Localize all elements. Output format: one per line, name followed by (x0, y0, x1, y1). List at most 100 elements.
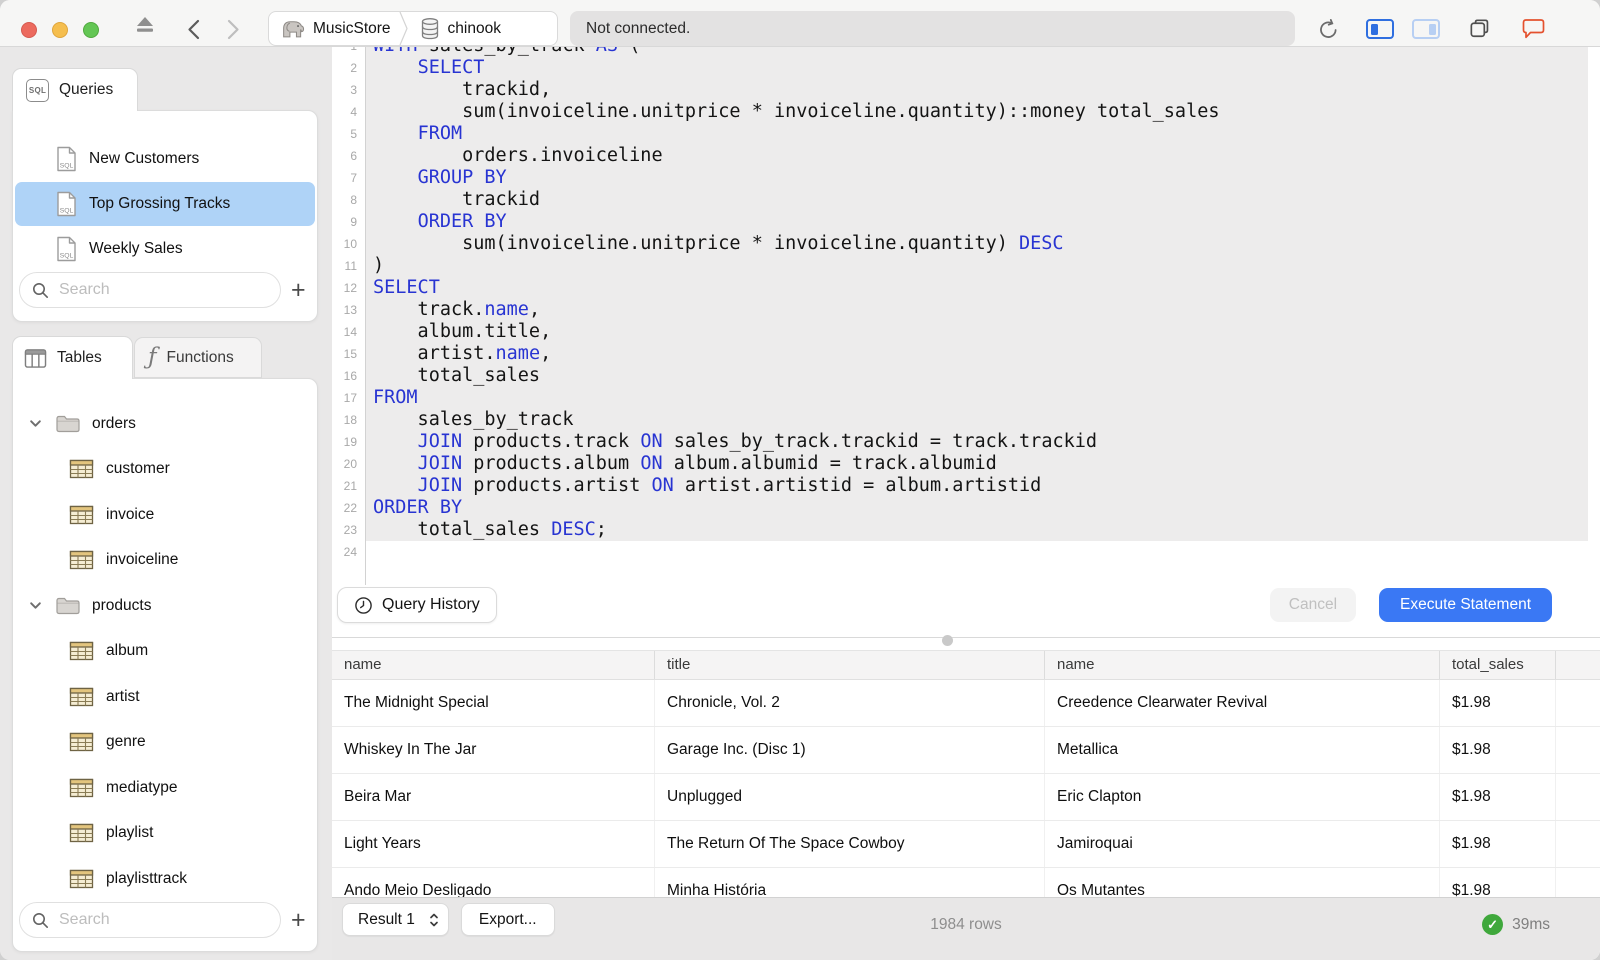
table-row[interactable]: Whiskey In The Jar Garage Inc. (Disc 1) Me… (332, 727, 1600, 774)
query-item-label: New Customers (89, 150, 200, 167)
column-header-name-2[interactable]: name (1045, 651, 1440, 679)
tree-item-customer[interactable]: customer (13, 447, 317, 493)
table-row[interactable]: The Midnight Special Chronicle, Vol. 2 Cre… (332, 680, 1600, 727)
close-window-button[interactable] (21, 22, 37, 38)
table-cell[interactable]: Beira Mar (332, 774, 655, 820)
export-button[interactable]: Export... (460, 903, 555, 936)
result-selector[interactable]: Result 1 (342, 903, 449, 936)
table-cell[interactable]: Eric Clapton (1045, 774, 1440, 820)
back-button[interactable] (187, 19, 200, 40)
chevron-down-icon[interactable] (29, 419, 45, 428)
tree-item-invoiceline[interactable]: invoiceline (13, 538, 317, 584)
add-table-button[interactable]: + (281, 907, 315, 934)
refresh-icon[interactable] (1317, 18, 1340, 41)
tree-item-orders[interactable]: orders (13, 401, 317, 447)
code-line-text: trackid (366, 189, 1588, 211)
svg-text:SQL: SQL (60, 253, 74, 260)
windows-icon[interactable] (1468, 17, 1491, 40)
table-row[interactable]: Light Years The Return Of The Space Cowbo… (332, 821, 1600, 868)
splitter-handle-icon[interactable] (942, 635, 953, 646)
sql-editor[interactable]: 1WITH sales_by_track AS (2 SELECT3 track… (332, 47, 1600, 637)
cancel-button[interactable]: Cancel (1269, 588, 1357, 622)
toggle-left-sidebar-button[interactable] (1366, 19, 1394, 39)
zoom-window-button[interactable] (83, 22, 99, 38)
line-number: 2 (332, 57, 366, 79)
toggle-right-sidebar-button[interactable] (1412, 19, 1440, 39)
table-cell[interactable]: Metallica (1045, 727, 1440, 773)
tree-item-playlist[interactable]: playlist (13, 811, 317, 857)
tree-item-genre[interactable]: genre (13, 720, 317, 766)
editor-line: 2 SELECT (332, 57, 1600, 79)
tab-queries[interactable]: SQL Queries (12, 68, 138, 111)
query-history-button[interactable]: Query History (337, 587, 497, 623)
table-cell[interactable]: Ando Meio Desligado (332, 868, 655, 897)
table-cell[interactable]: Jamiroquai (1045, 821, 1440, 867)
table-cell[interactable]: Os Mutantes (1045, 868, 1440, 897)
table-cell[interactable]: Unplugged (655, 774, 1045, 820)
query-item-new-customers[interactable]: SQL New Customers (15, 137, 315, 181)
table-cell[interactable]: $1.98 (1440, 821, 1556, 867)
connection-status: Not connected. (570, 11, 1295, 46)
forward-button[interactable] (227, 19, 240, 40)
breadcrumb-database[interactable]: chinook (409, 12, 509, 45)
right-panel-icon (1412, 19, 1440, 39)
table-cell[interactable]: $1.98 (1440, 774, 1556, 820)
tables-search[interactable] (19, 902, 282, 938)
table-cell[interactable]: $1.98 (1440, 868, 1556, 897)
line-number: 7 (332, 167, 366, 189)
table-cell[interactable]: Light Years (332, 821, 655, 867)
column-header-total-sales-3[interactable]: total_sales (1440, 651, 1556, 679)
tab-functions[interactable]: ƒ Functions (134, 337, 262, 378)
tree-item-products[interactable]: products (13, 583, 317, 629)
table-cell[interactable]: Creedence Clearwater Revival (1045, 680, 1440, 726)
tree-item-invoice[interactable]: invoice (13, 492, 317, 538)
eject-icon[interactable] (134, 15, 156, 33)
tree-item-album[interactable]: album (13, 629, 317, 675)
minimize-window-button[interactable] (52, 22, 68, 38)
table-cell[interactable]: The Midnight Special (332, 680, 655, 726)
table-cell[interactable]: Garage Inc. (Disc 1) (655, 727, 1045, 773)
tab-tables[interactable]: Tables (12, 336, 133, 379)
query-item-top-grossing-tracks[interactable]: SQL Top Grossing Tracks (15, 182, 315, 226)
table-row[interactable]: Ando Meio Desligado Minha História Os Muta… (332, 868, 1600, 897)
editor-line: 17 FROM (332, 387, 1600, 409)
editor-line: 16 total_sales (332, 365, 1600, 387)
breadcrumb-separator-icon (398, 12, 409, 45)
add-query-button[interactable]: + (281, 277, 315, 304)
chevron-down-icon[interactable] (29, 601, 45, 610)
line-number: 13 (332, 299, 366, 321)
table-icon (69, 687, 94, 707)
query-item-weekly-sales[interactable]: SQL Weekly Sales (15, 227, 315, 271)
queries-search-input[interactable] (57, 280, 281, 300)
line-number: 10 (332, 233, 366, 255)
tree-item-artist[interactable]: artist (13, 674, 317, 720)
table-cell[interactable]: Minha História (655, 868, 1045, 897)
column-header-title-1[interactable]: title (655, 651, 1045, 679)
feedback-chat-icon[interactable] (1520, 17, 1547, 41)
line-number: 22 (332, 497, 366, 519)
editor-line: 8 trackid (332, 189, 1600, 211)
tables-search-input[interactable] (57, 910, 281, 930)
execute-statement-button[interactable]: Execute Statement (1379, 588, 1552, 622)
table-row[interactable]: Beira Mar Unplugged Eric Clapton $1.98 (332, 774, 1600, 821)
tree-item-mediatype[interactable]: mediatype (13, 765, 317, 811)
breadcrumb-server[interactable]: MusicStore (269, 12, 399, 45)
table-cell[interactable]: $1.98 (1440, 727, 1556, 773)
splitter[interactable] (332, 635, 1600, 646)
queries-panel: SQL New Customers SQL Top Grossing Tracks SQ… (12, 110, 318, 322)
code-line-text: WITH sales_by_track AS ( (366, 47, 1588, 57)
table-cell[interactable]: Whiskey In The Jar (332, 727, 655, 773)
code-line-text: orders.invoiceline (366, 145, 1588, 167)
table-cell[interactable]: $1.98 (1440, 680, 1556, 726)
queries-search[interactable] (19, 272, 282, 308)
line-number: 6 (332, 145, 366, 167)
editor-line: 14 album.title, (332, 321, 1600, 343)
code-line-text: FROM (366, 387, 1588, 409)
query-duration: 39ms (1512, 915, 1550, 933)
table-icon (69, 641, 94, 661)
table-cell[interactable]: The Return Of The Space Cowboy (655, 821, 1045, 867)
table-cell[interactable]: Chronicle, Vol. 2 (655, 680, 1045, 726)
tree-item-playlisttrack[interactable]: playlisttrack (13, 856, 317, 902)
column-header-name-0[interactable]: name (332, 651, 655, 679)
code-line-text: track.name, (366, 299, 1588, 321)
